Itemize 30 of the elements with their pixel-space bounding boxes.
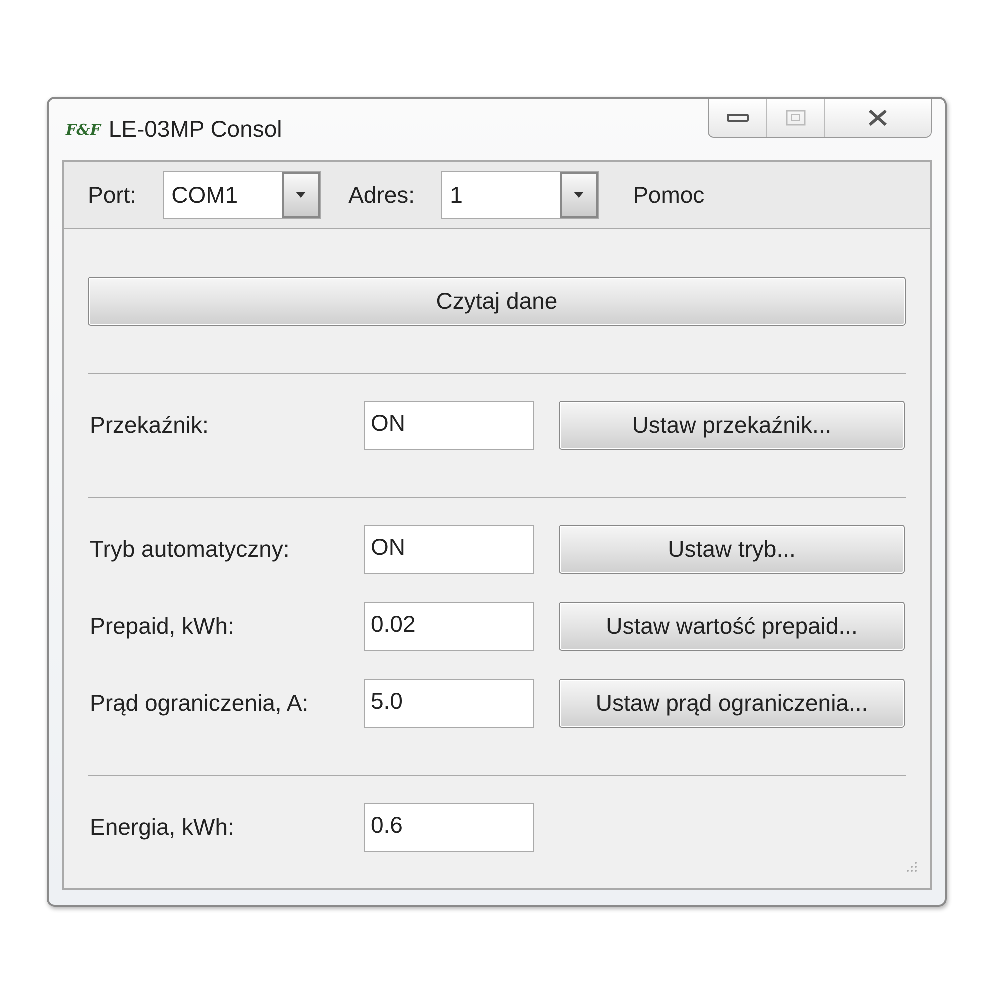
help-menu[interactable]: Pomoc bbox=[633, 182, 705, 208]
close-button[interactable] bbox=[825, 99, 931, 137]
value-field[interactable]: 0.6 bbox=[364, 803, 534, 852]
read-data-button[interactable]: Czytaj dane bbox=[88, 277, 906, 326]
minimize-icon bbox=[726, 113, 748, 123]
port-label: Port: bbox=[88, 182, 137, 208]
field-label: Energia, kWh: bbox=[89, 814, 236, 841]
value-field[interactable]: ON bbox=[364, 401, 534, 450]
close-icon bbox=[867, 109, 889, 127]
field-label: Przekaźnik: bbox=[89, 412, 210, 439]
field-label: Prepaid, kWh: bbox=[89, 613, 236, 640]
field-label: Tryb automatyczny: bbox=[89, 536, 291, 563]
set-button[interactable]: Ustaw prąd ograniczenia... bbox=[559, 679, 905, 728]
dropdown-arrow-icon bbox=[294, 191, 307, 199]
resize-grip-icon bbox=[904, 860, 918, 874]
maximize-icon bbox=[786, 110, 806, 126]
value-field[interactable]: 0.02 bbox=[364, 602, 534, 651]
address-label: Adres: bbox=[348, 182, 416, 208]
dropdown-arrow-icon bbox=[573, 191, 586, 199]
port-dropdown[interactable]: COM1 bbox=[162, 171, 321, 219]
app-logo: F&F bbox=[66, 120, 101, 138]
window-title: LE-03MP Consol bbox=[108, 116, 282, 143]
set-button[interactable]: Ustaw tryb... bbox=[559, 525, 905, 574]
field-label: Prąd ograniczenia, A: bbox=[89, 690, 310, 717]
address-dropdown[interactable]: 1 bbox=[441, 171, 600, 219]
minimize-button[interactable] bbox=[709, 99, 767, 137]
value-field[interactable]: 5.0 bbox=[364, 679, 534, 728]
value-field[interactable]: ON bbox=[364, 525, 534, 574]
set-button[interactable]: Ustaw przekaźnik... bbox=[559, 401, 905, 450]
set-button[interactable]: Ustaw wartość prepaid... bbox=[559, 602, 905, 651]
